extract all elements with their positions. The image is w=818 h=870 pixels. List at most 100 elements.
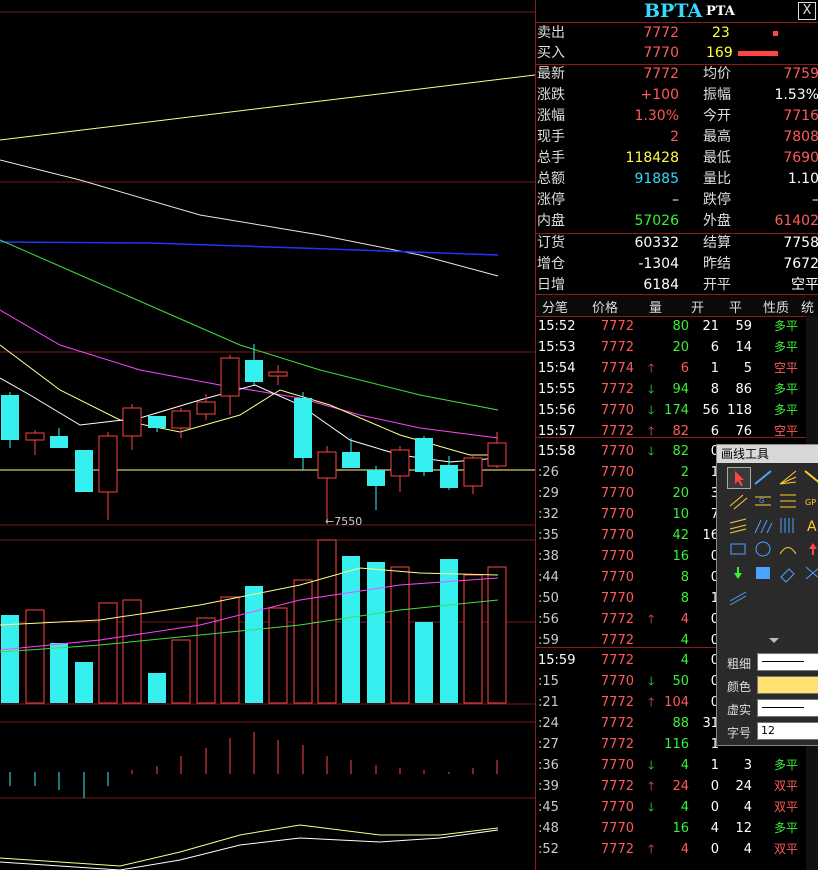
tick-row[interactable]: :48 7770 16 4 12 多平	[536, 818, 806, 839]
stat-label-2: 振幅	[703, 87, 731, 103]
trend-line-icon[interactable]	[752, 467, 774, 487]
kline-chart[interactable]: ←7550	[0, 0, 535, 870]
stat-label: 总额	[537, 171, 565, 187]
toolbox-collapse-icon[interactable]	[769, 638, 779, 643]
eraser-icon[interactable]	[777, 563, 799, 583]
tick-price: 7770	[600, 674, 634, 690]
tick-time: 15:52	[538, 319, 576, 334]
tick-open: 6	[710, 339, 719, 355]
candle	[148, 416, 166, 432]
color-label: 颜色	[727, 680, 752, 694]
cycle-line-icon[interactable]	[777, 515, 799, 535]
tick-time: :56	[538, 611, 559, 627]
tick-open: 6	[710, 423, 719, 439]
tick-time: :24	[538, 716, 559, 732]
tick-price: 7772	[600, 381, 634, 397]
gold-ratio-icon[interactable]: GP	[802, 491, 818, 511]
tick-row[interactable]: :45 7770 🡓 4 0 4 双平	[536, 797, 806, 818]
stat-row: 订货 60332 结算 7758	[536, 233, 818, 254]
tick-open: 4	[710, 820, 719, 836]
tick-price: 7770	[600, 486, 634, 502]
tick-row[interactable]: :36 7770 🡓 4 1 3 多平	[536, 755, 806, 776]
toolbox-title[interactable]: 画线工具	[717, 445, 818, 463]
candle	[268, 365, 288, 385]
circle-icon[interactable]	[752, 539, 774, 559]
col-time: 分笔	[542, 301, 569, 316]
candle	[294, 392, 312, 470]
tick-row[interactable]: :39 7772 🡑 24 0 24 双平	[536, 776, 806, 797]
contract-name: PTA	[706, 4, 735, 19]
up-mark-icon[interactable]	[802, 539, 818, 559]
tick-open: 21	[702, 319, 719, 334]
stat-label-2: 今开	[703, 108, 731, 124]
svg-text:GP: GP	[805, 498, 816, 507]
text-icon[interactable]: A	[802, 515, 818, 535]
ask-volume: 23	[712, 25, 730, 41]
rectangle-icon[interactable]	[727, 539, 749, 559]
tick-nature: 多平	[774, 339, 799, 354]
ask-price: 7772	[643, 25, 679, 41]
tick-close: 12	[735, 820, 752, 836]
volume-bar	[50, 643, 68, 703]
dash-select[interactable]	[757, 699, 818, 717]
ma-line-white	[0, 159, 499, 277]
tick-price: 7770	[600, 569, 634, 585]
thickness-select[interactable]	[757, 653, 818, 671]
tick-price: 7770	[600, 590, 634, 606]
tick-qty: 94	[672, 381, 689, 397]
wave-ruler-icon[interactable]	[752, 515, 774, 535]
stat-label-2: 最高	[703, 129, 731, 145]
tick-price: 7770	[600, 444, 634, 460]
indicator-histogram	[9, 732, 498, 798]
stat-value: 118428	[625, 150, 679, 166]
svg-text:G: G	[759, 497, 764, 505]
drawing-toolbox[interactable]: 画线工具 G GP A 粗细 颜色 虚实 字号 12	[716, 444, 818, 746]
tick-open: 1	[710, 757, 719, 773]
tick-price: 7774	[600, 360, 634, 376]
parallel-line-icon[interactable]	[727, 491, 749, 511]
stat-value: -1304	[638, 256, 679, 272]
arc-icon[interactable]	[777, 539, 799, 559]
tick-row[interactable]: 15:52 7772 80 21 59 多平	[536, 316, 806, 337]
down-mark-icon[interactable]	[727, 563, 749, 583]
tick-qty: 4	[680, 653, 689, 669]
bid-volume-bar	[738, 51, 778, 56]
stat-label: 涨幅	[537, 108, 565, 124]
tick-row[interactable]: 15:55 7772 🡓 94 8 86 多平	[536, 379, 806, 400]
tick-qty: 4	[680, 611, 689, 627]
font-size-select[interactable]: 12	[757, 722, 818, 740]
tick-nature: 多平	[774, 757, 799, 772]
tick-qty: 8	[680, 590, 689, 606]
close-icon[interactable]: X	[798, 2, 816, 20]
tick-time: :29	[538, 486, 559, 502]
tick-time: :45	[538, 799, 559, 815]
up-arrow-icon: 🡑	[648, 360, 655, 375]
fib-line-icon[interactable]	[777, 491, 799, 511]
screenshot-icon[interactable]	[752, 563, 774, 583]
delete-lines-icon[interactable]	[802, 563, 818, 583]
stat-row: 最新 7772 均价 7759	[536, 64, 818, 85]
tick-time: :50	[538, 590, 559, 606]
channel-icon[interactable]	[727, 515, 749, 535]
stat-label: 日增	[537, 277, 565, 293]
tick-row[interactable]: 15:57 7772 🡑 82 6 76 空平	[536, 421, 806, 442]
tick-row[interactable]: 15:53 7772 20 6 14 多平	[536, 337, 806, 358]
stat-value: 91885	[634, 171, 679, 187]
tick-row[interactable]: 15:56 7770 🡓 174 56 118 多平	[536, 400, 806, 421]
tick-price: 7772	[600, 737, 634, 752]
color-select[interactable]	[757, 676, 818, 694]
contract-code: BPTA	[644, 0, 703, 22]
fan-line-icon[interactable]	[777, 467, 799, 487]
tick-price: 7770	[600, 820, 634, 836]
regression-icon[interactable]	[727, 587, 749, 607]
stat-label: 涨跌	[537, 87, 565, 103]
ray-line-icon[interactable]	[802, 467, 818, 487]
tick-qty: 4	[680, 757, 689, 773]
tick-row[interactable]: 15:54 7774 🡑 6 1 5 空平	[536, 358, 806, 379]
down-arrow-icon: 🡓	[648, 799, 655, 814]
tick-time: :26	[538, 465, 559, 481]
gann-line-icon[interactable]: G	[752, 491, 774, 511]
tick-row[interactable]: :52 7772 🡑 4 0 4 双平	[536, 839, 806, 860]
stat-row: 总额 91885 量比 1.10	[536, 169, 818, 190]
cursor-icon[interactable]	[727, 467, 751, 489]
